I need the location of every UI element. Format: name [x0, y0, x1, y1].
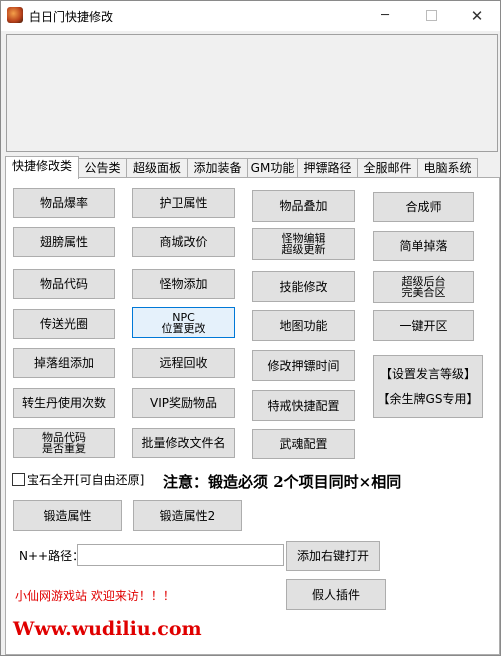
mall-price-button[interactable]: 商城改价 [132, 227, 235, 257]
tab-announcement[interactable]: 公告类 [78, 158, 127, 178]
one-click-open-button[interactable]: 一键开区 [373, 310, 474, 341]
gs-only-label: 【余生牌GS专用】 [377, 391, 479, 406]
skill-edit-button[interactable]: 技能修改 [252, 271, 355, 302]
map-function-button[interactable]: 地图功能 [252, 310, 355, 341]
main-window: 白日门快捷修改 ─ ✕ 快捷修改类 公告类 超级面板 添加装备 GM功能 押镖路… [0, 0, 501, 656]
synthesizer-button[interactable]: 合成师 [373, 192, 474, 222]
site-link[interactable]: Www.wudiliu.com [13, 618, 202, 640]
tab-escort-path[interactable]: 押镖路径 [297, 158, 358, 178]
super-admin-button[interactable]: 超级后台 完美合区 [373, 271, 474, 303]
maximize-button[interactable] [408, 1, 454, 31]
npc-position-labels: NPC 位置更改 [162, 312, 206, 334]
monster-add-button[interactable]: 怪物添加 [132, 269, 235, 299]
gem-unlock-checkbox[interactable]: 宝石全开[可自由还原] [12, 471, 144, 488]
super-update-label: 超级更新 [281, 243, 326, 256]
item-stack-button[interactable]: 物品叠加 [252, 190, 355, 222]
monster-edit-button[interactable]: 怪物编辑 超级更新 [252, 228, 355, 260]
gem-unlock-label: 宝石全开[可自由还原] [27, 473, 145, 487]
teleport-ring-button[interactable]: 传送光圈 [13, 309, 115, 339]
perfect-merge-label: 完美合区 [401, 286, 446, 299]
maximize-icon [425, 10, 437, 21]
path-input[interactable] [77, 544, 284, 566]
tab-super-panel[interactable]: 超级面板 [126, 158, 188, 178]
item-drop-rate-button[interactable]: 物品爆率 [13, 188, 115, 218]
drop-group-add-button[interactable]: 掉落组添加 [13, 348, 115, 378]
app-logo-icon [7, 7, 23, 23]
monster-edit-labels: 怪物编辑 超级更新 [282, 233, 326, 255]
tab-server-mail[interactable]: 全服邮件 [357, 158, 418, 178]
tab-add-equipment[interactable]: 添加装备 [187, 158, 248, 178]
chat-level-button[interactable]: 【设置发言等级】 【余生牌GS专用】 [373, 355, 483, 418]
fake-player-plugin-button[interactable]: 假人插件 [286, 579, 386, 610]
npc-label: NPC [172, 310, 195, 324]
welcome-text: 小仙网游戏站 欢迎来访！！！ [15, 589, 175, 603]
close-button[interactable]: ✕ [454, 1, 500, 31]
tab-pc-system[interactable]: 电脑系统 [417, 158, 478, 178]
minimize-button[interactable]: ─ [362, 1, 408, 31]
remote-recycle-button[interactable]: 远程回收 [132, 348, 235, 378]
simple-drop-button[interactable]: 简单掉落 [373, 231, 474, 261]
log-textarea[interactable] [6, 34, 498, 152]
special-ring-button[interactable]: 特戒快捷配置 [252, 390, 355, 421]
vip-reward-button[interactable]: VIP奖励物品 [132, 388, 235, 418]
forge-attr-button[interactable]: 锻造属性 [13, 500, 122, 531]
item-code-button[interactable]: 物品代码 [13, 269, 115, 299]
warsoul-config-button[interactable]: 武魂配置 [252, 429, 355, 459]
add-context-menu-button[interactable]: 添加右键打开 [286, 541, 380, 571]
rebirth-pill-button[interactable]: 转生丹使用次数 [13, 388, 115, 418]
npc-position-button[interactable]: NPC 位置更改 [132, 307, 235, 338]
chat-level-label: 【设置发言等级】 [379, 367, 476, 382]
guard-attr-button[interactable]: 护卫属性 [132, 188, 235, 218]
duplicate-label: 是否重复 [42, 442, 86, 455]
item-code-duplicate-labels: 物品代码 是否重复 [42, 432, 86, 454]
tab-gm-functions[interactable]: GM功能 [247, 158, 298, 178]
item-code-duplicate-button[interactable]: 物品代码 是否重复 [13, 428, 115, 458]
path-label: N++路径： [19, 549, 85, 563]
batch-rename-button[interactable]: 批量修改文件名 [132, 428, 235, 458]
tab-quick-edit[interactable]: 快捷修改类 [5, 156, 79, 179]
checkbox-box[interactable] [12, 473, 25, 486]
forge-notice: 注意：锻造必须 2个项目同时×相同 [163, 473, 402, 491]
window-title: 白日门快捷修改 [29, 10, 114, 24]
super-admin-labels: 超级后台 完美合区 [402, 276, 446, 298]
escort-time-button[interactable]: 修改押镖时间 [252, 350, 355, 381]
tab-strip: 快捷修改类 公告类 超级面板 添加装备 GM功能 押镖路径 全服邮件 电脑系统 [5, 156, 499, 179]
wing-attr-button[interactable]: 翅膀属性 [13, 227, 115, 257]
position-change-label: 位置更改 [161, 321, 206, 335]
forge-attr-2-button[interactable]: 锻造属性2 [133, 500, 242, 531]
title-bar: 白日门快捷修改 ─ ✕ [1, 1, 500, 31]
